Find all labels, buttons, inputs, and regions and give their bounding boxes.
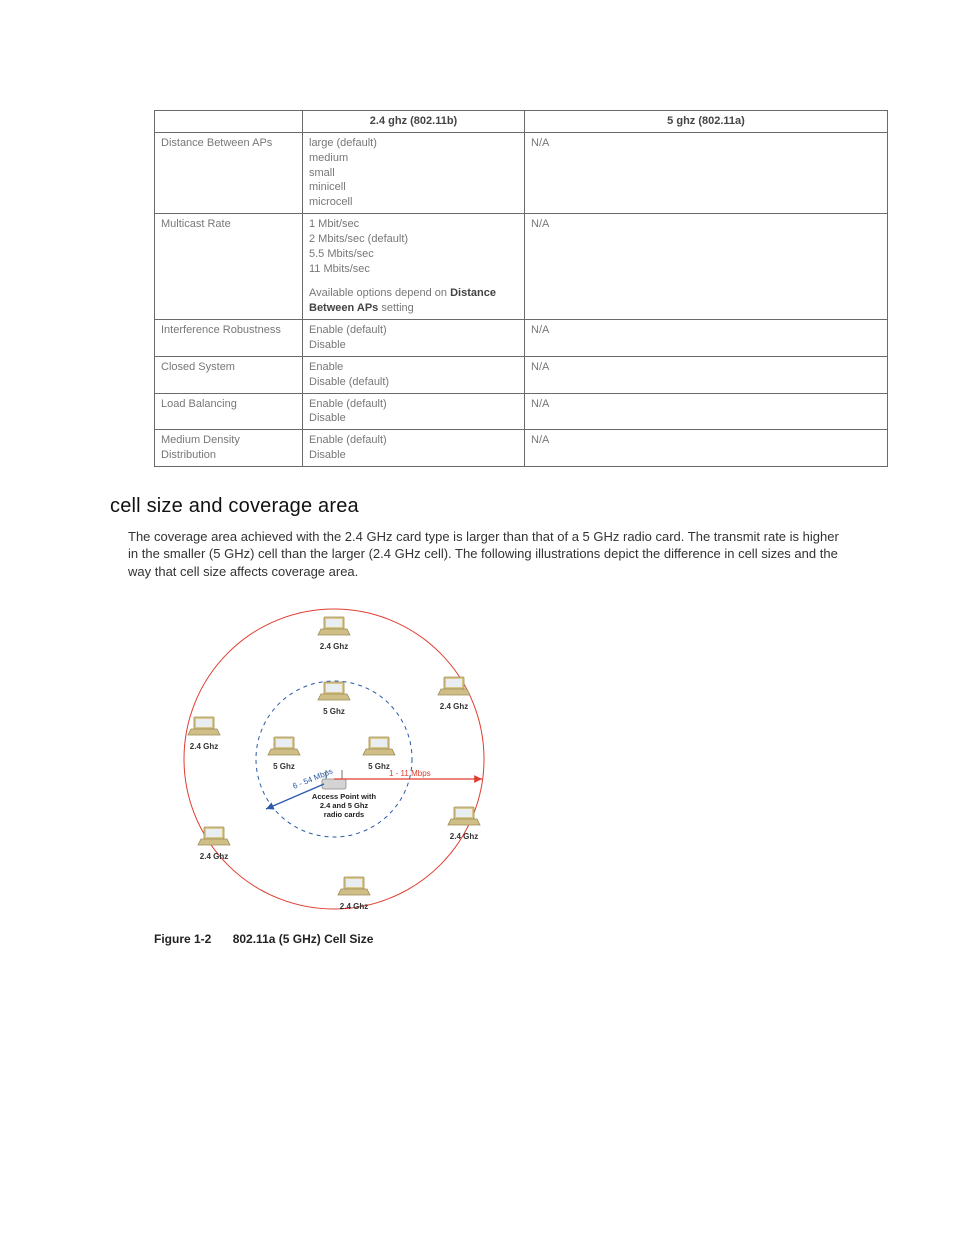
diagram-center-line2: 2.4 and 5 Ghz [320, 801, 369, 810]
row-5ghz: N/A [525, 430, 888, 467]
row-name: Distance Between APs [155, 132, 303, 213]
row-24ghz: Enable (default) Disable [303, 393, 525, 430]
row-24ghz: large (default) medium small minicell mi… [303, 132, 525, 213]
laptop-icon [338, 877, 370, 895]
figure-label: Figure 1-2 [154, 931, 211, 947]
diagram-center-line3: radio cards [324, 810, 364, 819]
diagram-label: 2.4 Ghz [340, 902, 368, 911]
row-5ghz: N/A [525, 356, 888, 393]
row-5ghz: N/A [525, 214, 888, 320]
table-row: Distance Between APs large (default) med… [155, 132, 888, 213]
diagram-label: 5 Ghz [323, 707, 345, 716]
figure-title: 802.11a (5 GHz) Cell Size [233, 932, 374, 946]
row-name: Medium Density Distribution [155, 430, 303, 467]
row-name: Multicast Rate [155, 214, 303, 320]
diagram-label: 2.4 Ghz [200, 852, 228, 861]
header-24ghz: 2.4 ghz (802.11b) [303, 111, 525, 133]
table-row: Medium Density Distribution Enable (defa… [155, 430, 888, 467]
diagram-label: 5 Ghz [273, 762, 295, 771]
row-name: Closed System [155, 356, 303, 393]
diagram-label: 5 Ghz [368, 762, 390, 771]
laptop-icon [318, 617, 350, 635]
laptop-icon [188, 717, 220, 735]
diagram-label: 2.4 Ghz [440, 702, 468, 711]
laptop-icon [268, 737, 300, 755]
row-5ghz: N/A [525, 132, 888, 213]
row-name: Load Balancing [155, 393, 303, 430]
laptop-icon [363, 737, 395, 755]
section-paragraph: The coverage area achieved with the 2.4 … [128, 528, 844, 581]
table-row: Load Balancing Enable (default) Disable … [155, 393, 888, 430]
row-24ghz: 1 Mbit/sec 2 Mbits/sec (default) 5.5 Mbi… [303, 214, 525, 320]
section-heading: cell size and coverage area [110, 493, 844, 520]
diagram-center-line1: Access Point with [312, 792, 377, 801]
figure-caption: Figure 1-2 802.11a (5 GHz) Cell Size [154, 931, 844, 947]
header-5ghz: 5 ghz (802.11a) [525, 111, 888, 133]
diagram-label: 2.4 Ghz [450, 832, 478, 841]
row-5ghz: N/A [525, 393, 888, 430]
diagram-label: 2.4 Ghz [190, 742, 218, 751]
table-row: Interference Robustness Enable (default)… [155, 320, 888, 357]
table-header-row: 2.4 ghz (802.11b) 5 ghz (802.11a) [155, 111, 888, 133]
row-name: Interference Robustness [155, 320, 303, 357]
row-24ghz: Enable (default) Disable [303, 320, 525, 357]
diagram-range-red: 1 - 11 Mbps [389, 769, 431, 778]
multicast-note: Available options depend on Distance Bet… [309, 286, 518, 316]
diagram-label: 2.4 Ghz [320, 642, 348, 651]
row-24ghz: Enable (default) Disable [303, 430, 525, 467]
header-empty [155, 111, 303, 133]
table-row: Closed System Enable Disable (default) N… [155, 356, 888, 393]
frequency-spec-table: 2.4 ghz (802.11b) 5 ghz (802.11a) Distan… [154, 110, 888, 467]
row-24ghz: Enable Disable (default) [303, 356, 525, 393]
table-row: Multicast Rate 1 Mbit/sec 2 Mbits/sec (d… [155, 214, 888, 320]
row-5ghz: N/A [525, 320, 888, 357]
laptop-icon [198, 827, 230, 845]
cell-size-diagram: 2.4 Ghz 2.4 Ghz 2.4 Ghz 2.4 Ghz 2.4 Ghz … [154, 599, 844, 919]
laptop-icon [318, 682, 350, 700]
